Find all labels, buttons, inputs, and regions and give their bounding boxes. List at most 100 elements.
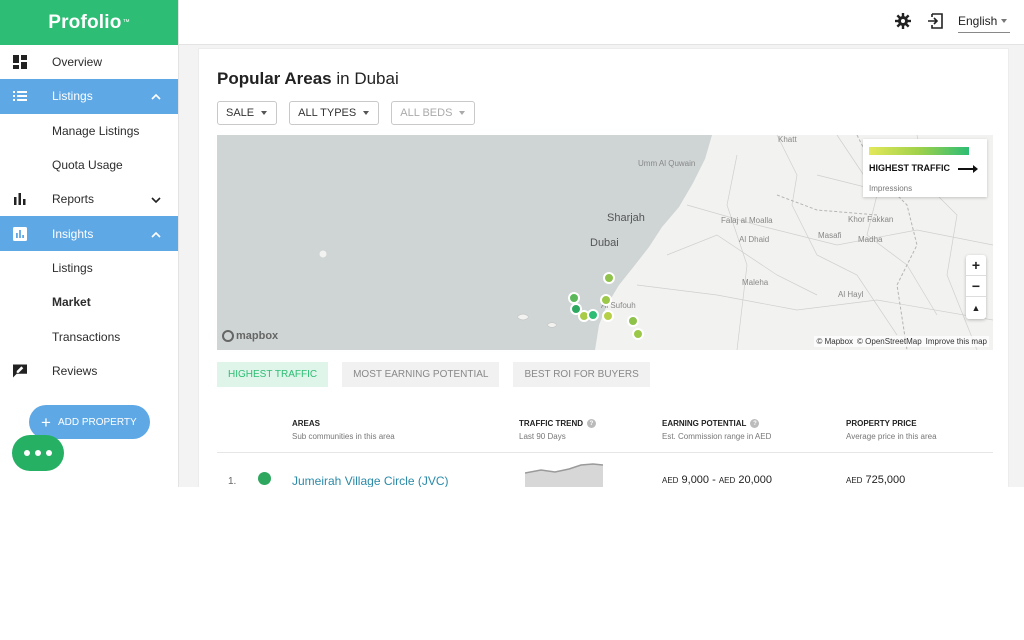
chevron-down-icon xyxy=(151,192,161,206)
caret-down-icon xyxy=(1001,19,1008,23)
caret-down-icon xyxy=(363,111,370,115)
sidebar-nav: Overview Listings Manage Listings Quota … xyxy=(0,45,178,388)
map-label-al-dhaid: Al Dhaid xyxy=(739,235,770,244)
beds-filter[interactable]: ALL BEDS xyxy=(391,101,476,125)
improve-map-link[interactable]: Improve this map xyxy=(926,337,987,346)
mapbox-attribution-link[interactable]: © Mapbox xyxy=(816,337,853,346)
compass-button[interactable]: ▲ xyxy=(966,297,986,318)
sidebar-item-label: Listings xyxy=(52,89,93,104)
map-marker[interactable] xyxy=(587,309,599,321)
sidebar-item-transactions[interactable]: Transactions xyxy=(0,319,178,353)
logout-icon[interactable] xyxy=(927,13,943,34)
area-map[interactable]: Khatt Umm Al Quwain Sharjah Dubai Falaj … xyxy=(217,135,993,350)
sidebar-item-label: Market xyxy=(52,295,91,310)
zoom-out-button[interactable]: − xyxy=(966,276,986,297)
tab-best-roi[interactable]: BEST ROI FOR BUYERS xyxy=(513,362,650,387)
page-title-bold: Popular Areas xyxy=(217,69,332,88)
map-marker[interactable] xyxy=(632,328,644,340)
column-subtitle: Sub communities in this area xyxy=(292,432,395,441)
plus-icon: + xyxy=(41,412,51,432)
brand-logo[interactable]: Profolio ™ xyxy=(0,0,178,45)
filter-label: ALL TYPES xyxy=(298,107,357,119)
map-marker[interactable] xyxy=(603,272,615,284)
page-title: Popular Areas in Dubai xyxy=(217,69,399,89)
table-row[interactable]: 1. Jumeirah Village Circle (JVC) AED 9,0… xyxy=(217,459,993,487)
sidebar-item-reports[interactable]: Reports xyxy=(0,182,178,216)
mapbox-logo-text: mapbox xyxy=(236,330,279,342)
chevron-up-icon xyxy=(151,89,161,103)
sidebar-item-market[interactable]: Market xyxy=(0,285,178,319)
list-icon xyxy=(13,89,27,103)
map-label-madha: Madha xyxy=(858,235,883,244)
column-subtitle: Average price in this area xyxy=(846,432,937,441)
map-label-umm-al-quwain: Umm Al Quwain xyxy=(638,159,696,168)
sidebar-item-overview[interactable]: Overview xyxy=(0,45,178,79)
app-window: Profolio ™ Overview Listings Manage Listi… xyxy=(0,0,1024,487)
row-rank: 1. xyxy=(228,476,237,487)
sidebar: Profolio ™ Overview Listings Manage Listi… xyxy=(0,0,179,487)
column-property-price: PROPERTY PRICE Average price in this are… xyxy=(846,419,937,441)
sidebar-item-manage-listings[interactable]: Manage Listings xyxy=(0,114,178,148)
sidebar-item-insights-listings[interactable]: Listings xyxy=(0,251,178,285)
add-property-button[interactable]: + ADD PROPERTY xyxy=(29,405,150,439)
map-label-maleha: Maleha xyxy=(742,278,769,287)
map-attribution: © Mapbox © OpenStreetMap Improve this ma… xyxy=(814,336,989,347)
property-price: AED 725,000 xyxy=(846,474,906,486)
legend-subtitle: Impressions xyxy=(869,184,913,193)
map-label-dubai: Dubai xyxy=(590,237,619,249)
tab-most-earning-potential[interactable]: MOST EARNING POTENTIAL xyxy=(342,362,500,387)
sidebar-item-insights[interactable]: Insights xyxy=(0,216,178,251)
caret-down-icon xyxy=(459,111,466,115)
sidebar-item-label: Transactions xyxy=(52,329,121,344)
column-subtitle: Est. Commission range in AED xyxy=(662,432,772,441)
gear-icon[interactable] xyxy=(895,13,911,34)
dot-icon xyxy=(46,450,52,456)
mapbox-logo[interactable]: mapbox xyxy=(222,330,278,342)
map-marker[interactable] xyxy=(627,315,639,327)
map-label-sharjah: Sharjah xyxy=(607,212,645,224)
help-icon[interactable]: ? xyxy=(750,419,760,428)
legend-gradient xyxy=(869,147,969,155)
language-label: English xyxy=(958,14,998,28)
popular-areas-card: Popular Areas in Dubai SALE ALL TYPES AL… xyxy=(198,48,1009,487)
column-title: AREAS xyxy=(292,419,321,428)
zoom-controls: + − ▲ xyxy=(966,255,986,319)
sidebar-item-label: Manage Listings xyxy=(52,123,140,138)
sidebar-item-quota-usage[interactable]: Quota Usage xyxy=(0,148,178,182)
area-link[interactable]: Jumeirah Village Circle (JVC) xyxy=(292,474,449,487)
area-color-marker xyxy=(258,472,271,485)
add-property-label: ADD PROPERTY xyxy=(57,416,137,428)
dashboard-icon xyxy=(13,55,27,70)
top-bar: English xyxy=(179,0,1024,45)
map-label-falaj: Falaj al Moalla xyxy=(721,216,773,225)
map-marker[interactable] xyxy=(600,294,612,306)
osm-attribution-link[interactable]: © OpenStreetMap xyxy=(857,337,922,346)
column-traffic-trend: TRAFFIC TREND? Last 90 Days xyxy=(519,419,596,441)
column-earning-potential: EARNING POTENTIAL? Est. Commission range… xyxy=(662,419,771,441)
zoom-in-button[interactable]: + xyxy=(966,255,986,276)
legend-title: HIGHEST TRAFFIC xyxy=(869,163,950,173)
help-icon[interactable]: ? xyxy=(587,419,596,428)
chat-button[interactable] xyxy=(12,435,64,471)
sidebar-item-listings[interactable]: Listings xyxy=(0,79,178,114)
column-title: TRAFFIC TREND xyxy=(519,419,583,428)
traffic-trend-sparkline xyxy=(525,463,603,487)
chevron-up-icon xyxy=(151,227,161,241)
map-label-al-hayl: Al Hayl xyxy=(838,290,864,299)
filter-bar: SALE ALL TYPES ALL BEDS xyxy=(217,101,476,125)
map-marker[interactable] xyxy=(602,310,614,322)
earning-range: AED 9,000 - AED 20,000 xyxy=(662,474,772,486)
caret-down-icon xyxy=(261,111,268,115)
tab-highest-traffic[interactable]: HIGHEST TRAFFIC xyxy=(217,362,329,387)
arrow-right-icon xyxy=(958,165,978,173)
language-select[interactable]: English xyxy=(958,14,1010,33)
map-label-masafi: Masafi xyxy=(818,231,842,240)
map-label-khor-fakkan: Khor Fakkan xyxy=(848,215,894,224)
sidebar-item-reviews[interactable]: Reviews xyxy=(0,354,178,388)
property-type-filter[interactable]: ALL TYPES xyxy=(289,101,380,125)
sidebar-item-label: Reviews xyxy=(52,363,98,378)
filter-label: ALL BEDS xyxy=(400,107,453,119)
table-header: AREAS Sub communities in this area TRAFF… xyxy=(217,419,993,453)
column-subtitle: Last 90 Days xyxy=(519,432,566,441)
sale-filter[interactable]: SALE xyxy=(217,101,278,125)
